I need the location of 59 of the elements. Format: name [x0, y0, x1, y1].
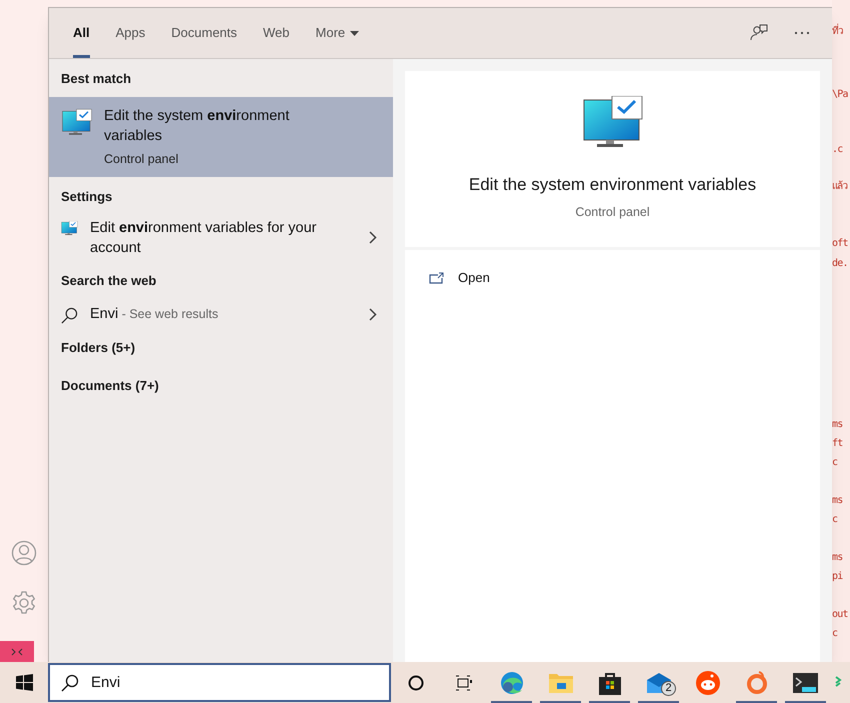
result-title: Envi - See web results: [90, 305, 220, 324]
folder-icon: [548, 672, 572, 692]
ring-icon: [746, 670, 766, 694]
result-title: Edit environment variables for your account: [90, 218, 318, 258]
cortana-icon[interactable]: [408, 674, 424, 690]
chevron-right-icon: [369, 231, 377, 244]
code-fragment: c: [832, 456, 838, 470]
search-field[interactable]: Envi: [48, 663, 391, 702]
result-title: Edit the system environment variables: [104, 106, 290, 146]
section-heading[interactable]: Folders (5+): [49, 330, 393, 368]
tab[interactable]: Web: [250, 8, 303, 58]
tab[interactable]: Documents: [158, 8, 250, 58]
section-heading: Settings: [60, 188, 114, 206]
code-fragment: ms: [832, 494, 842, 508]
section-heading: Best match: [60, 70, 132, 88]
open-action[interactable]: Open: [429, 268, 490, 288]
remote-icon: [11, 646, 23, 656]
search-icon: [61, 674, 79, 692]
code-fragment: ms: [832, 551, 842, 565]
code-fragment: แล้ว: [832, 180, 848, 194]
alien-face-icon: [696, 670, 720, 694]
code-fragment: .c: [832, 143, 842, 157]
code-fragment: out: [832, 608, 848, 622]
tab[interactable]: More: [302, 8, 372, 58]
result-item[interactable]: Edit environment variables for your account: [49, 214, 393, 261]
result-subtitle: Control panel: [104, 150, 180, 168]
open-external-icon: [429, 272, 444, 284]
tab[interactable]: All: [60, 8, 103, 58]
code-fragment: oft: [832, 237, 848, 251]
monitor-icon: [61, 220, 78, 235]
section-heading[interactable]: Documents (7+): [49, 368, 393, 406]
feedback-icon[interactable]: [750, 24, 768, 42]
more-options-icon[interactable]: [794, 31, 810, 35]
code-fragment: ms: [832, 418, 842, 432]
code-fragment: pi: [832, 570, 842, 584]
preview-subtitle: Control panel: [575, 204, 650, 221]
taskbar-app-button[interactable]: 2: [634, 662, 683, 703]
result-item[interactable]: Edit the system environment variables Control panel: [49, 96, 393, 178]
windows-start-icon[interactable]: [16, 674, 32, 691]
code-fragment: de.: [832, 257, 848, 271]
task-view-icon[interactable]: [455, 674, 473, 690]
code-fragment: ที่ว: [832, 24, 844, 39]
notification-badge: 2: [661, 681, 676, 696]
chevron-right-icon: [369, 308, 377, 321]
tab[interactable]: Apps: [102, 8, 158, 58]
code-fragment: c: [832, 627, 838, 641]
remote-button[interactable]: [0, 641, 34, 662]
monitor-icon: [62, 108, 92, 134]
search-icon: [61, 307, 78, 324]
result-item[interactable]: Envi - See web results: [49, 298, 393, 330]
code-fragment: c: [832, 513, 838, 527]
code-fragment: \Pa: [832, 88, 848, 102]
section-heading: Search the web: [60, 272, 158, 290]
shopping-bag-icon: [598, 670, 622, 694]
preview-title: Edit the system environment variables: [468, 174, 756, 196]
code-fragment: ft: [832, 437, 842, 451]
terminal-icon: [793, 672, 818, 692]
browser-icon: [500, 670, 524, 694]
monitor-icon: [582, 96, 642, 147]
